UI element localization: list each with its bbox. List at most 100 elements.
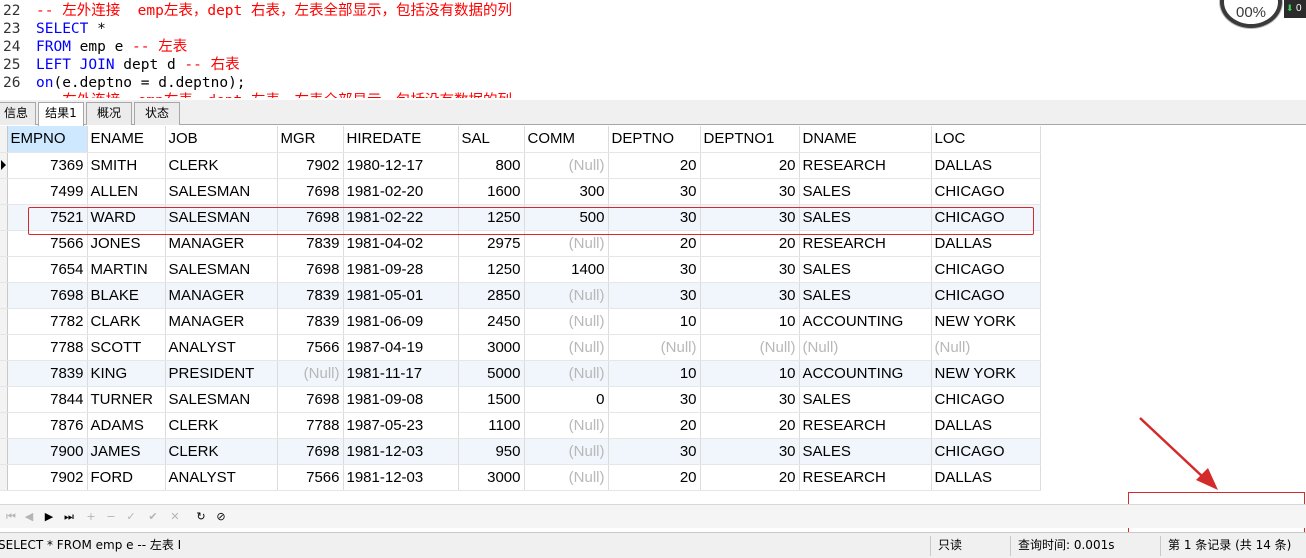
cell-deptno1[interactable]: 30	[700, 386, 800, 413]
cell-loc[interactable]: CHICAGO	[931, 178, 1041, 205]
cell-empno[interactable]: 7566	[7, 230, 88, 257]
cell-ename[interactable]: SCOTT	[87, 334, 166, 361]
cell-comm[interactable]: (Null)	[524, 464, 609, 491]
cell-empno[interactable]: 7900	[7, 438, 88, 465]
table-row[interactable]: 7782 CLARK MANAGER 7839 1981-06-09 2450 (Null)…	[0, 308, 1041, 335]
cell-deptno[interactable]: 30	[608, 204, 701, 231]
cell-deptno1[interactable]: 20	[700, 152, 800, 179]
cell-hiredate[interactable]: 1981-02-20	[343, 178, 459, 205]
table-row[interactable]: 7499 ALLEN SALESMAN 7698 1981-02-20 1600 300 30…	[0, 178, 1041, 205]
cell-comm[interactable]: 0	[524, 386, 609, 413]
row-selector[interactable]	[0, 334, 8, 361]
column-header-dname[interactable]: DNAME	[799, 126, 932, 153]
cell-mgr[interactable]: 7788	[277, 412, 344, 439]
cell-dname[interactable]: SALES	[799, 386, 932, 413]
cell-ename[interactable]: TURNER	[87, 386, 166, 413]
cell-deptno1[interactable]: 20	[700, 230, 800, 257]
row-selector[interactable]	[0, 178, 8, 205]
cell-sal[interactable]: 800	[458, 152, 525, 179]
cell-sal[interactable]: 2850	[458, 282, 525, 309]
cell-dname[interactable]: ACCOUNTING	[799, 308, 932, 335]
cell-job[interactable]: MANAGER	[165, 282, 278, 309]
cell-hiredate[interactable]: 1981-04-02	[343, 230, 459, 257]
row-selector[interactable]	[0, 230, 8, 257]
cell-mgr[interactable]: 7698	[277, 438, 344, 465]
row-selector[interactable]	[0, 282, 8, 309]
cell-hiredate[interactable]: 1981-06-09	[343, 308, 459, 335]
cell-job[interactable]: ANALYST	[165, 334, 278, 361]
cell-loc[interactable]: NEW YORK	[931, 360, 1041, 387]
cell-comm[interactable]: (Null)	[524, 152, 609, 179]
row-selector[interactable]	[0, 152, 8, 179]
last-record-icon[interactable]: ⏭	[62, 509, 76, 525]
stop-icon[interactable]: ⊘	[214, 509, 228, 525]
cell-ename[interactable]: FORD	[87, 464, 166, 491]
cell-deptno1[interactable]: 20	[700, 464, 800, 491]
cell-dname[interactable]: SALES	[799, 256, 932, 283]
cell-loc[interactable]: CHICAGO	[931, 438, 1041, 465]
cell-job[interactable]: CLERK	[165, 412, 278, 439]
row-selector[interactable]	[0, 204, 8, 231]
table-row[interactable]: 7839 KING PRESIDENT (Null) 1981-11-17 5000 (Nu…	[0, 360, 1041, 387]
cell-comm[interactable]: (Null)	[524, 308, 609, 335]
cell-mgr[interactable]: (Null)	[277, 360, 344, 387]
cell-job[interactable]: SALESMAN	[165, 256, 278, 283]
tab-info[interactable]: 信息	[0, 102, 36, 125]
cell-sal[interactable]: 950	[458, 438, 525, 465]
cell-hiredate[interactable]: 1981-11-17	[343, 360, 459, 387]
cell-deptno[interactable]: 30	[608, 386, 701, 413]
column-header-loc[interactable]: LOC	[931, 126, 1041, 153]
cell-deptno1[interactable]: (Null)	[700, 334, 800, 361]
tab-result1[interactable]: 结果1	[38, 102, 84, 126]
cell-dname[interactable]: RESEARCH	[799, 230, 932, 257]
cell-ename[interactable]: WARD	[87, 204, 166, 231]
table-row[interactable]: 7876 ADAMS CLERK 7788 1987-05-23 1100 (Null) 20…	[0, 412, 1041, 439]
cell-hiredate[interactable]: 1981-09-08	[343, 386, 459, 413]
cell-comm[interactable]: (Null)	[524, 282, 609, 309]
cell-job[interactable]: CLERK	[165, 152, 278, 179]
cell-dname[interactable]: RESEARCH	[799, 152, 932, 179]
cell-deptno1[interactable]: 10	[700, 360, 800, 387]
cell-deptno1[interactable]: 20	[700, 412, 800, 439]
table-row[interactable]: 7369 SMITH CLERK 7902 1980-12-17 800 (Null) 20 2…	[0, 152, 1041, 179]
cell-hiredate[interactable]: 1987-05-23	[343, 412, 459, 439]
cell-empno[interactable]: 7839	[7, 360, 88, 387]
table-row[interactable]: 7521 WARD SALESMAN 7698 1981-02-22 1250 500 30 3…	[0, 204, 1041, 231]
table-row[interactable]: 7698 BLAKE MANAGER 7839 1981-05-01 2850 (Null)…	[0, 282, 1041, 309]
cell-mgr[interactable]: 7698	[277, 204, 344, 231]
cell-comm[interactable]: (Null)	[524, 438, 609, 465]
delete-record-icon[interactable]: −	[104, 509, 118, 525]
cell-mgr[interactable]: 7839	[277, 308, 344, 335]
cell-sal[interactable]: 2450	[458, 308, 525, 335]
cell-empno[interactable]: 7369	[7, 152, 88, 179]
row-selector[interactable]	[0, 256, 8, 283]
cell-loc[interactable]: CHICAGO	[931, 204, 1041, 231]
cell-sal[interactable]: 3000	[458, 464, 525, 491]
cell-sal[interactable]: 5000	[458, 360, 525, 387]
cell-loc[interactable]: NEW YORK	[931, 308, 1041, 335]
cell-hiredate[interactable]: 1987-04-19	[343, 334, 459, 361]
row-selector[interactable]	[0, 464, 8, 491]
row-selector[interactable]	[0, 438, 8, 465]
tab-status[interactable]: 状态	[134, 102, 180, 125]
cell-comm[interactable]: 500	[524, 204, 609, 231]
cell-mgr[interactable]: 7839	[277, 230, 344, 257]
cell-empno[interactable]: 7902	[7, 464, 88, 491]
cell-deptno1[interactable]: 30	[700, 204, 800, 231]
cell-ename[interactable]: ALLEN	[87, 178, 166, 205]
cell-comm[interactable]: (Null)	[524, 230, 609, 257]
cell-ename[interactable]: JONES	[87, 230, 166, 257]
table-row[interactable]: 7566 JONES MANAGER 7839 1981-04-02 2975 (Null)…	[0, 230, 1041, 257]
cell-loc[interactable]: DALLAS	[931, 464, 1041, 491]
cell-empno[interactable]: 7698	[7, 282, 88, 309]
cell-sal[interactable]: 1250	[458, 256, 525, 283]
cell-loc[interactable]: DALLAS	[931, 152, 1041, 179]
edit-record-icon[interactable]: ✓	[124, 509, 138, 525]
cell-empno[interactable]: 7876	[7, 412, 88, 439]
cell-ename[interactable]: CLARK	[87, 308, 166, 335]
cell-ename[interactable]: KING	[87, 360, 166, 387]
cell-sal[interactable]: 1100	[458, 412, 525, 439]
next-record-icon[interactable]: ▶	[42, 509, 56, 525]
cell-empno[interactable]: 7654	[7, 256, 88, 283]
cell-hiredate[interactable]: 1981-12-03	[343, 464, 459, 491]
